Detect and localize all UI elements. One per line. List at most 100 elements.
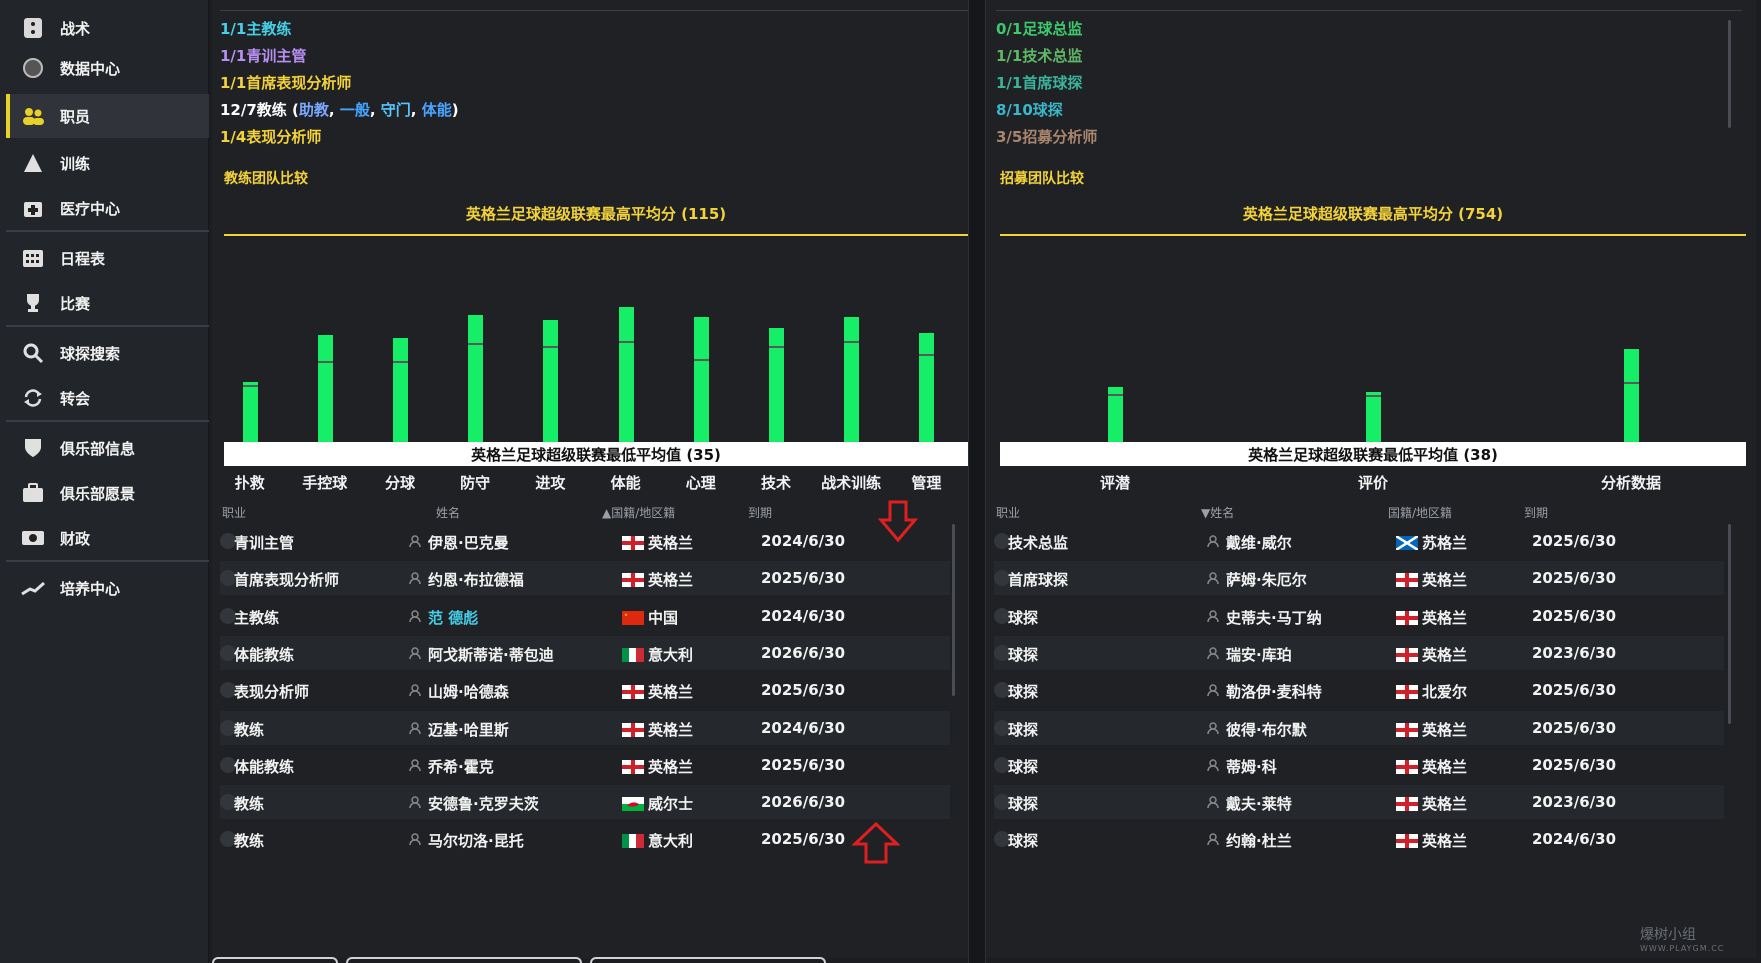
table-row[interactable]: 球探 彼得·布尔默 英格兰 2025/6/30 xyxy=(994,710,1724,745)
table-row[interactable]: 体能教练 阿戈斯蒂诺·蒂包迪 意大利 2026/6/30 xyxy=(220,635,950,670)
table-row[interactable]: 体能教练 乔希·霍克 英格兰 2025/6/30 xyxy=(220,748,950,782)
analysts-count[interactable]: 1/4表现分析师 xyxy=(220,126,321,147)
chart-bar-5[interactable] xyxy=(618,306,634,442)
column-header-expiry[interactable]: 到期 xyxy=(1524,504,1548,521)
sidebar-item-club-vision[interactable]: 俱乐部愿景 xyxy=(6,471,209,515)
chart-bar-0[interactable] xyxy=(242,382,258,442)
column-header-role[interactable]: 职业 xyxy=(996,504,1020,521)
chart-bar-1[interactable] xyxy=(1366,391,1381,442)
chief-analyst-count[interactable]: 1/1首席表现分析师 xyxy=(220,72,351,93)
bottom-tab-button[interactable] xyxy=(212,957,338,963)
person-icon xyxy=(409,833,421,846)
chart-x-label: 扑救 xyxy=(234,474,265,492)
sidebar-item-scouting[interactable]: 球探搜索 xyxy=(6,331,209,375)
chart-bar-8[interactable] xyxy=(844,317,860,442)
chart-bar-9[interactable] xyxy=(919,332,935,442)
sidebar-item-label: 培养中心 xyxy=(60,579,121,598)
chart-bar-2[interactable] xyxy=(393,338,408,442)
table-scrollbar[interactable] xyxy=(952,524,955,696)
scouts-count[interactable]: 8/10球探 xyxy=(996,99,1063,120)
finance-icon xyxy=(20,525,46,551)
column-header-name[interactable]: ▼姓名 xyxy=(1201,504,1234,521)
sidebar-item-transfers[interactable]: 转会 xyxy=(6,376,209,420)
row-name[interactable]: 伊恩·巴克曼 xyxy=(428,532,509,553)
sidebar-item-finances[interactable]: 财政 xyxy=(6,516,209,560)
sidebar-item-data-hub[interactable]: 数据中心 xyxy=(6,46,209,90)
table-row[interactable]: 青训主管 伊恩·巴克曼 英格兰 2024/6/30 xyxy=(220,524,950,558)
row-role: 体能教练 xyxy=(234,757,295,776)
table-row[interactable]: 首席球探 萨姆·朱厄尔 英格兰 2025/6/30 xyxy=(994,561,1724,596)
row-name[interactable]: 瑞安·库珀 xyxy=(1226,644,1292,665)
flag-wales-icon xyxy=(622,796,644,812)
chart-bar-6[interactable] xyxy=(693,317,709,442)
chart-x-label: 手控球 xyxy=(302,474,348,492)
row-name[interactable]: 勒洛伊·麦科特 xyxy=(1226,681,1322,702)
red-up-arrow-icon xyxy=(852,822,900,864)
youth-manager-count[interactable]: 1/1青训主管 xyxy=(220,45,306,66)
chart-bar-1[interactable] xyxy=(317,335,333,442)
sidebar-item-staff[interactable]: 职员 xyxy=(6,94,209,138)
row-name[interactable]: 彼得·布尔默 xyxy=(1226,719,1307,740)
chart-bar-4[interactable] xyxy=(543,319,559,442)
table-row[interactable]: 技术总监 戴维·威尔 苏格兰 2025/6/30 xyxy=(994,524,1724,558)
table-row[interactable]: 球探 史蒂夫·马丁纳 英格兰 2025/6/30 xyxy=(994,599,1724,633)
table-row[interactable]: 球探 勒洛伊·麦科特 北爱尔 2025/6/30 xyxy=(994,673,1724,707)
sidebar-item-club-info[interactable]: 俱乐部信息 xyxy=(6,426,209,470)
coach-type-fitness-link[interactable]: 体能 xyxy=(422,101,452,119)
row-name[interactable]: 乔希·霍克 xyxy=(428,756,494,777)
bottom-tab-button[interactable] xyxy=(346,957,582,963)
column-header-nation[interactable]: ▲国籍/地区籍 xyxy=(602,504,675,521)
row-name[interactable]: 迈基·哈里斯 xyxy=(428,719,509,740)
chart-bar-7[interactable] xyxy=(769,327,784,442)
row-expiry: 2023/6/30 xyxy=(1532,793,1617,812)
sidebar-item-development[interactable]: 培养中心 xyxy=(6,566,209,610)
table-scrollbar[interactable] xyxy=(1728,524,1731,724)
row-name[interactable]: 范 德彪 xyxy=(428,607,478,628)
row-name[interactable]: 约恩·布拉德福 xyxy=(428,569,524,590)
chart-bar-3[interactable] xyxy=(468,314,484,442)
sidebar-item-calendar[interactable]: 日程表 xyxy=(6,236,209,280)
row-name[interactable]: 约翰·杜兰 xyxy=(1226,830,1292,851)
row-name[interactable]: 安德鲁·克罗夫茨 xyxy=(428,793,539,814)
column-header-nation[interactable]: 国籍/地区籍 xyxy=(1388,504,1452,521)
summary-scrollbar[interactable] xyxy=(1728,20,1731,128)
table-row[interactable]: 主教练 范 德彪 中国 2024/6/30 xyxy=(220,599,950,633)
table-row[interactable]: 教练 迈基·哈里斯 英格兰 2024/6/30 xyxy=(220,710,950,745)
table-row[interactable]: 教练 安德鲁·克罗夫茨 威尔士 2026/6/30 xyxy=(220,785,950,820)
technical-director-count[interactable]: 1/1技术总监 xyxy=(996,45,1082,66)
chart-bar-2[interactable] xyxy=(1624,349,1639,442)
table-row[interactable]: 首席表现分析师 约恩·布拉德福 英格兰 2025/6/30 xyxy=(220,561,950,596)
column-header-role[interactable]: 职业 xyxy=(222,504,246,521)
coach-type-assistant-link[interactable]: 助教 xyxy=(299,101,329,119)
column-header-name[interactable]: 姓名 xyxy=(436,504,460,521)
recruitment-analysts-count[interactable]: 3/5招募分析师 xyxy=(996,126,1097,147)
row-name[interactable]: 阿戈斯蒂诺·蒂包迪 xyxy=(428,644,554,665)
coach-type-goalkeeping-link[interactable]: 守门 xyxy=(381,101,411,119)
sidebar-item-medical[interactable]: 医疗中心 xyxy=(6,186,209,230)
flag-italy-icon xyxy=(622,647,644,662)
table-row[interactable]: 球探 蒂姆·科 英格兰 2025/6/30 xyxy=(994,748,1724,782)
row-name[interactable]: 马尔切洛·昆托 xyxy=(428,830,524,851)
row-name[interactable]: 戴维·威尔 xyxy=(1226,532,1292,553)
chief-scout-count[interactable]: 1/1首席球探 xyxy=(996,72,1082,93)
table-row[interactable]: 球探 戴夫·莱特 英格兰 2023/6/30 xyxy=(994,785,1724,820)
table-row[interactable]: 教练 马尔切洛·昆托 意大利 2025/6/30 xyxy=(220,822,950,856)
row-name[interactable]: 山姆·哈德森 xyxy=(428,681,509,702)
head-coach-count[interactable]: 1/1主教练 xyxy=(220,18,291,39)
row-name[interactable]: 戴夫·莱特 xyxy=(1226,793,1292,814)
director-of-football-count[interactable]: 0/1足球总监 xyxy=(996,18,1082,39)
column-header-expiry[interactable]: 到期 xyxy=(748,504,772,521)
row-name[interactable]: 史蒂夫·马丁纳 xyxy=(1226,607,1322,628)
chart-bar-average-marker xyxy=(1624,382,1639,385)
table-row[interactable]: 球探 瑞安·库珀 英格兰 2023/6/30 xyxy=(994,635,1724,670)
sidebar-item-tactics[interactable]: 战术 xyxy=(6,6,209,50)
row-name[interactable]: 萨姆·朱厄尔 xyxy=(1226,569,1307,590)
row-name[interactable]: 蒂姆·科 xyxy=(1226,756,1277,777)
sidebar-item-training[interactable]: 训练 xyxy=(6,141,209,185)
row-role: 体能教练 xyxy=(234,645,295,664)
coach-type-general-link[interactable]: 一般 xyxy=(340,101,370,119)
sidebar-item-matches[interactable]: 比赛 xyxy=(6,281,209,325)
table-row[interactable]: 球探 约翰·杜兰 英格兰 2024/6/30 xyxy=(994,822,1724,856)
bottom-tab-button[interactable] xyxy=(590,957,826,963)
table-row[interactable]: 表现分析师 山姆·哈德森 英格兰 2025/6/30 xyxy=(220,673,950,707)
